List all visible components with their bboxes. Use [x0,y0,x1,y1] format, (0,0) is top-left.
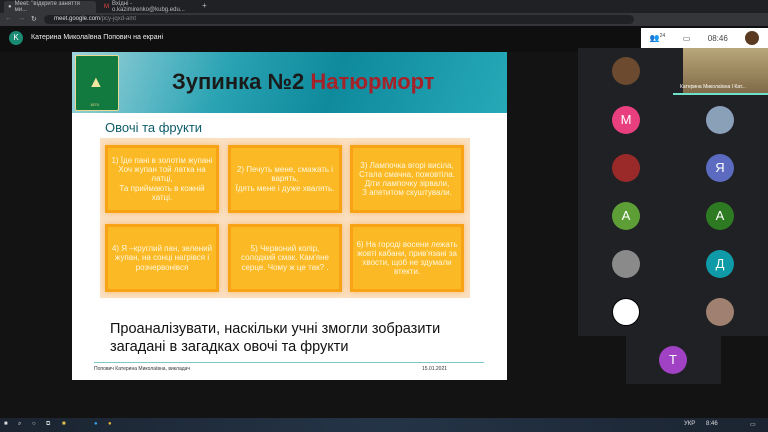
presenter-avatar: K [9,31,23,45]
meet-info-bar: 👥24 ▭ 08:46 [641,28,768,48]
participant-avatar: T [659,346,687,374]
clock-time: 08:46 [707,33,728,43]
participant-avatar[interactable] [612,57,640,85]
new-tab-button[interactable]: + [202,1,207,10]
participant-avatar[interactable] [706,106,734,134]
language-indicator[interactable]: УКР [684,421,695,427]
gmail-icon: M [104,4,109,10]
footer-author: Попович Катерина Миколаївна, викладач [94,366,190,372]
riddle-card-2: 2) Печуть мене, смажать і варять, Їдять … [228,145,342,213]
participant-avatar[interactable] [612,250,640,278]
url-input[interactable]: meet.google.com/pcy-jqxd-amt [44,15,634,24]
footer-divider [94,362,484,363]
participant-tile[interactable]: T [626,336,721,384]
riddle-card-1: 1) Їде пані в золотім жупані Хоч жупан т… [105,145,219,213]
slide-task-text: Проаналізувати, наскільки учні змогли зо… [110,321,441,356]
chrome-icon: ● [8,4,12,10]
browser-tabbar: ● Meet: "відкрите заняття ми... M Вхідні -… [0,0,768,13]
cortana-icon[interactable]: ○ [32,421,36,427]
participant-avatar[interactable]: Я [706,154,734,182]
footer-date: 15.01.2021 [422,366,448,372]
chat-icon[interactable]: ▭ [683,34,691,43]
edge-icon[interactable]: ● [94,421,98,427]
notifications-icon[interactable]: ▭ [750,421,756,428]
windows-start-icon[interactable]: ■ [4,421,8,427]
user-avatar[interactable] [745,31,760,45]
participant-avatar[interactable] [612,154,640,182]
university-logo: 1874 ▲ [75,55,119,111]
task-view-icon[interactable]: ⧉ [46,421,50,428]
participant-avatar[interactable]: A [706,202,734,230]
participant-avatar[interactable] [612,298,640,326]
people-icon[interactable]: 👥24 [650,33,666,43]
participant-avatar[interactable]: A [612,202,640,230]
presentation-slide: 1874 ▲ Зупинка №2 Натюрморт Овочі та фрук… [72,52,507,380]
self-name-label: Катерина Миколаївна І Кат... [680,84,746,90]
riddle-card-3: 3) Лампочка вгорі висіла, Стала смачна, … [350,145,464,213]
participant-avatar[interactable]: M [612,106,640,134]
tab-gmail[interactable]: M Вхідні - o.kazimirenko@kubg.edu... [100,1,200,13]
slide-banner: 1874 ▲ Зупинка №2 Натюрморт [72,52,507,113]
slide-subtitle: Овочі та фрукти [105,120,203,135]
taskbar-clock: 8:46 [706,421,718,427]
reload-icon[interactable]: ↻ [31,15,37,23]
participant-avatar[interactable]: Д [706,250,734,278]
speaking-indicator [673,93,768,95]
forward-icon[interactable]: → [18,15,25,22]
riddle-card-4: 4) Я –круглий пан, зелений жупан, на сон… [105,224,219,292]
search-icon[interactable]: ⌕ [18,421,21,428]
riddle-card-5: 5) Червоний колір, солодкий смак. Кам'ян… [228,224,342,292]
back-icon[interactable]: ← [5,15,12,22]
book-emblem-icon: ▲ [88,74,104,91]
windows-taskbar: ■ ⌕ ○ ⧉ ■ ● ● УКР 8:46 ▭ [0,418,768,432]
tab-meet[interactable]: ● Meet: "відкрите заняття ми... [4,1,96,13]
riddle-card-6: 6) На городі восени лежать жовті кабани,… [350,224,464,292]
presenter-label: Катерина Миколаївна Попович на екрані [31,34,164,41]
chrome-taskbar-icon[interactable]: ● [108,421,112,427]
slide-title: Зупинка №2 Натюрморт [172,69,435,94]
participant-avatar[interactable] [706,298,734,326]
file-explorer-icon[interactable]: ■ [62,421,66,427]
